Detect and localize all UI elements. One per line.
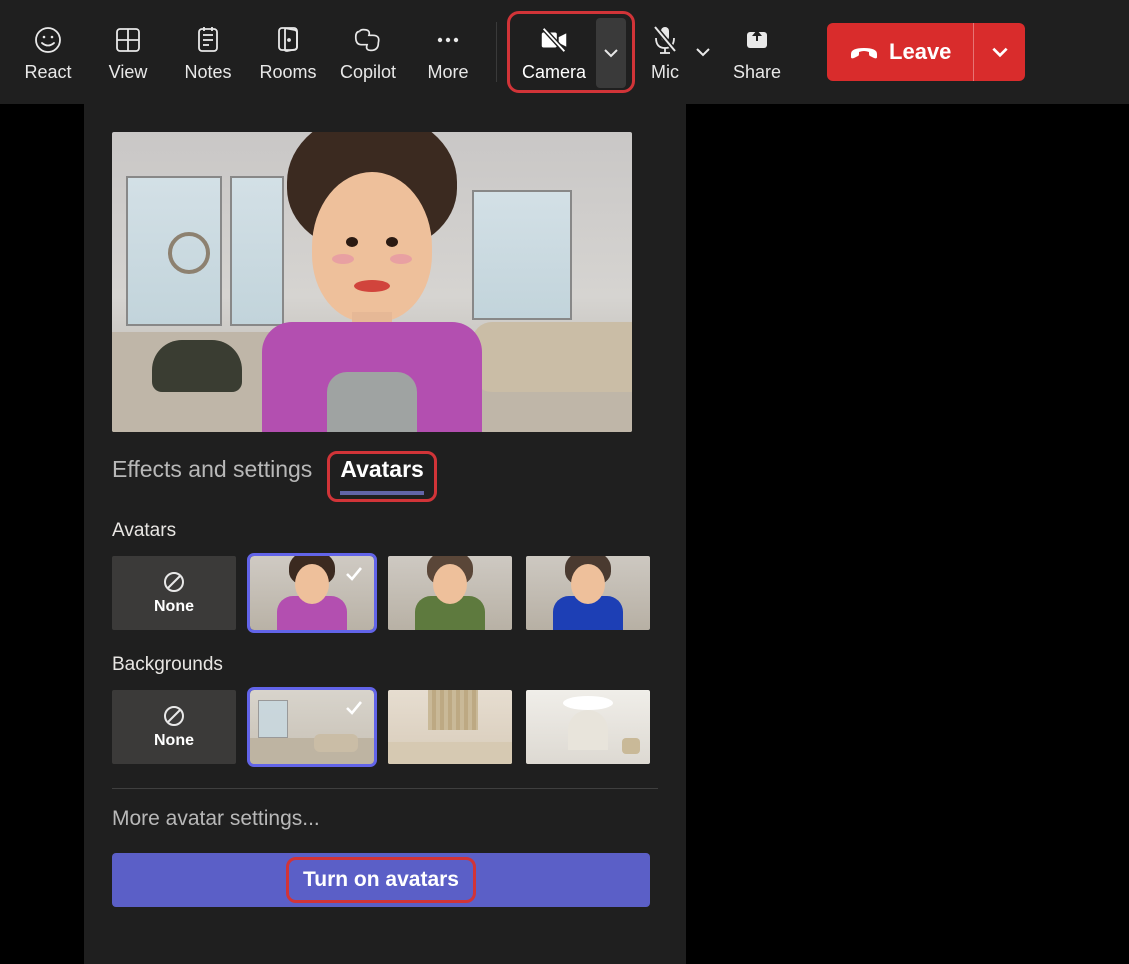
mic-button[interactable]: Mic	[637, 0, 689, 104]
leave-options-button[interactable]	[973, 23, 1025, 81]
camera-highlight: Camera	[507, 11, 635, 93]
camera-off-icon	[538, 24, 570, 56]
rooms-button[interactable]: Rooms	[248, 0, 328, 104]
view-label: View	[109, 62, 148, 83]
react-button[interactable]: React	[8, 0, 88, 104]
notes-button[interactable]: Notes	[168, 0, 248, 104]
none-icon	[162, 704, 186, 728]
notes-label: Notes	[184, 62, 231, 83]
avatar-option-2[interactable]	[388, 556, 512, 630]
hangup-icon	[849, 42, 879, 62]
avatar-tiles: None	[112, 556, 658, 630]
share-label: Share	[733, 62, 781, 83]
mic-label: Mic	[651, 62, 679, 83]
divider	[112, 788, 658, 789]
avatar-option-3[interactable]	[526, 556, 650, 630]
rooms-icon	[272, 24, 304, 56]
chevron-down-icon	[990, 42, 1010, 62]
background-option-2[interactable]	[388, 690, 512, 764]
chevron-down-icon	[694, 43, 712, 61]
camera-label: Camera	[522, 62, 586, 83]
turn-on-avatars-button[interactable]: Turn on avatars Turn on avatars	[112, 853, 650, 907]
leave-button-group: Leave	[827, 23, 1025, 81]
avatars-section-label: Avatars	[112, 520, 658, 542]
view-button[interactable]: View	[88, 0, 168, 104]
camera-button[interactable]: Camera	[516, 20, 592, 87]
check-icon	[344, 564, 364, 584]
background-none-label: None	[154, 732, 194, 750]
panel-tabs: Effects and settings Avatars	[112, 456, 658, 494]
rooms-label: Rooms	[259, 62, 316, 83]
background-none-tile[interactable]: None	[112, 690, 236, 764]
ellipsis-icon	[432, 24, 464, 56]
share-icon	[741, 24, 773, 56]
avatar-none-tile[interactable]: None	[112, 556, 236, 630]
tab-avatars[interactable]: Avatars	[340, 456, 424, 495]
backgrounds-section-label: Backgrounds	[112, 654, 658, 676]
background-option-3[interactable]	[526, 690, 650, 764]
notes-icon	[192, 24, 224, 56]
avatar-none-label: None	[154, 598, 194, 616]
avatar-preview	[112, 132, 632, 432]
leave-label: Leave	[889, 39, 951, 65]
grid-icon	[112, 24, 144, 56]
avatar-option-1[interactable]	[250, 556, 374, 630]
copilot-icon	[352, 24, 384, 56]
toolbar-divider	[496, 22, 497, 82]
tab-effects-settings[interactable]: Effects and settings	[112, 456, 312, 494]
more-avatar-settings-link[interactable]: More avatar settings...	[112, 807, 658, 831]
background-tiles: None	[112, 690, 658, 764]
none-icon	[162, 570, 186, 594]
copilot-button[interactable]: Copilot	[328, 0, 408, 104]
leave-button[interactable]: Leave	[827, 23, 973, 81]
more-button[interactable]: More	[408, 0, 488, 104]
mic-off-icon	[649, 24, 681, 56]
share-button[interactable]: Share	[717, 0, 797, 104]
more-label: More	[427, 62, 468, 83]
meeting-toolbar: React View Notes Rooms	[0, 0, 1129, 104]
react-label: React	[24, 62, 71, 83]
chevron-down-icon	[602, 44, 620, 62]
check-icon	[344, 698, 364, 718]
camera-settings-panel: Effects and settings Avatars Avatars Non…	[84, 104, 686, 964]
mic-options-button[interactable]	[689, 0, 717, 104]
background-option-1[interactable]	[250, 690, 374, 764]
turn-on-avatars-label: Turn on avatars	[303, 868, 459, 892]
smile-icon	[32, 24, 64, 56]
camera-options-button[interactable]	[596, 18, 626, 88]
copilot-label: Copilot	[340, 62, 396, 83]
avatars-tab-highlight: Avatars	[327, 451, 437, 502]
